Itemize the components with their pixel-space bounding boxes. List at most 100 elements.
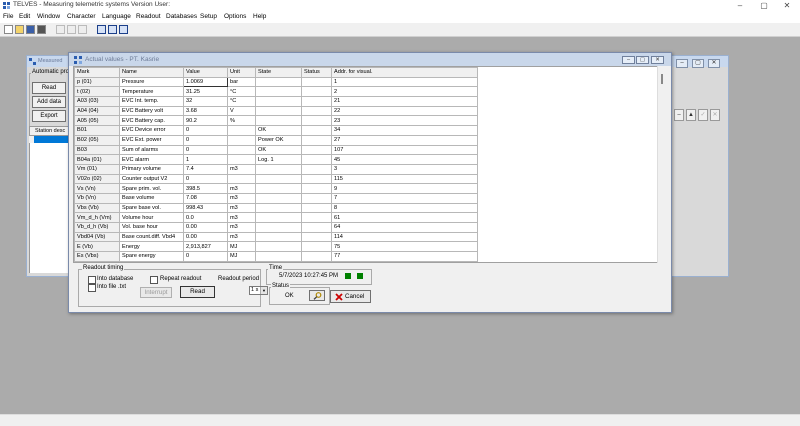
cell-mark[interactable]: E (Vb) [74, 241, 120, 253]
menu-databases[interactable]: Databases [166, 13, 197, 20]
cell-addr[interactable]: 64 [331, 222, 478, 233]
cell-mark[interactable]: A04 (04) [74, 105, 120, 117]
cell-name[interactable]: Vol. base hour [119, 222, 184, 233]
read-button[interactable]: Read [180, 286, 215, 298]
cell-state[interactable] [255, 183, 302, 194]
new-icon[interactable] [4, 25, 13, 34]
cell-mark[interactable]: Vb (Vn) [74, 192, 120, 204]
cell-mark[interactable]: V02o (02) [74, 173, 120, 185]
nav-minus-button[interactable]: – [674, 109, 684, 121]
cell-value[interactable]: 90.2 [183, 115, 228, 127]
cell-name[interactable]: Base count.diff. Vbd4 [119, 231, 184, 243]
cell-name[interactable]: Spare base vol. [119, 202, 184, 214]
cell-name[interactable]: Spare energy [119, 251, 184, 262]
menu-language[interactable]: Language [102, 13, 131, 20]
cell-status[interactable] [301, 76, 332, 88]
cell-status[interactable] [301, 222, 332, 233]
cell-unit[interactable] [227, 125, 256, 136]
cell-addr[interactable]: 7 [331, 192, 478, 204]
readout-period-select[interactable]: 1 s ▼ [249, 286, 268, 295]
table-row[interactable]: B01 EVC Device error 0 OK 34 [74, 125, 478, 136]
repeat-readout-checkbox[interactable] [150, 276, 158, 284]
cell-value[interactable]: 0 [183, 173, 228, 185]
cell-value[interactable]: 0 [183, 125, 228, 136]
cell-unit[interactable]: MJ [227, 251, 256, 262]
values-grid[interactable]: Mark Name Value Unit State Status Addr. … [73, 66, 658, 263]
cell-state[interactable]: Log. 1 [255, 154, 302, 165]
table-row[interactable]: A05 (05) EVC Battery cap. 90.2% 23 [74, 115, 478, 127]
table-row[interactable]: B04a (01) EVC alarm 1 Log. 1 45 [74, 154, 478, 165]
table-row[interactable]: Vm_d_h (Vm) Volume hour 0.0 m3 61 [74, 212, 478, 223]
cell-state[interactable] [255, 105, 302, 117]
cell-unit[interactable]: bar [227, 76, 256, 88]
cell-unit[interactable]: m3 [227, 183, 256, 194]
station-row-selected[interactable] [29, 136, 69, 143]
cell-state[interactable] [255, 76, 302, 88]
nav-cancel-button[interactable]: ✕ [710, 109, 720, 121]
cell-addr[interactable]: 107 [331, 144, 478, 156]
cell-unit[interactable] [227, 173, 256, 185]
open-icon[interactable] [15, 25, 24, 34]
cell-mark[interactable]: B04a (01) [74, 154, 120, 165]
table-row[interactable]: Vb (Vn) Base volume 7.08 m3 7 [74, 192, 478, 204]
cell-name[interactable]: EVC Battery cap. [119, 115, 184, 127]
table-row[interactable]: Vb_d_h (Vb) Vol. base hour 0.00 m3 64 [74, 222, 478, 233]
cell-status[interactable] [301, 251, 332, 262]
find-button[interactable] [309, 290, 325, 301]
menu-options[interactable]: Options [224, 13, 246, 20]
cell-addr[interactable]: 3 [331, 163, 478, 175]
menu-edit[interactable]: Edit [19, 13, 30, 20]
menu-readout[interactable]: Readout [136, 13, 161, 20]
cell-state[interactable] [255, 192, 302, 204]
cell-mark[interactable]: B03 [74, 144, 120, 156]
cell-status[interactable] [301, 134, 332, 146]
cell-addr[interactable]: 27 [331, 134, 478, 146]
table-row[interactable]: Vm (01) Primary volume 7.4 m3 3 [74, 163, 478, 175]
cell-status[interactable] [301, 173, 332, 185]
chevron-down-icon[interactable]: ▼ [260, 287, 267, 294]
cell-status[interactable] [301, 192, 332, 204]
menu-window[interactable]: Window [37, 13, 60, 20]
cell-mark[interactable]: Vb_d_h (Vb) [74, 222, 120, 233]
cell-mark[interactable]: Vs (Vn) [74, 183, 120, 194]
nav-check-button[interactable]: ✓ [698, 109, 708, 121]
cell-addr[interactable]: 61 [331, 212, 478, 223]
minimize-button[interactable]: – [622, 56, 635, 64]
table-row[interactable]: t (02) Temperature 31.25 °C 2 [74, 86, 478, 98]
cell-state[interactable] [255, 231, 302, 243]
menu-file[interactable]: File [3, 13, 13, 20]
cell-state[interactable] [255, 212, 302, 223]
restore-button[interactable]: ▢ [636, 56, 649, 64]
cell-name[interactable]: EVC Device error [119, 125, 184, 136]
cell-value[interactable]: 2,913,827 [183, 241, 228, 253]
col-addr-header[interactable]: Addr. for visual. [331, 67, 478, 78]
cell-addr[interactable]: 115 [331, 173, 478, 185]
cell-name[interactable]: Spare prim. vol. [119, 183, 184, 194]
minimize-button[interactable]: – [733, 1, 747, 11]
cell-name[interactable]: EVC Int. temp. [119, 96, 184, 107]
cell-unit[interactable] [227, 154, 256, 165]
cell-status[interactable] [301, 163, 332, 175]
bg-read-button[interactable]: Read [32, 82, 66, 94]
cell-unit[interactable] [227, 134, 256, 146]
cell-mark[interactable]: Vbd04 (Vb) [74, 231, 120, 243]
cell-mark[interactable]: p (01) [74, 76, 120, 88]
cell-value[interactable]: 7.08 [183, 192, 228, 204]
station-desc-header[interactable]: Station desc [29, 126, 69, 136]
cell-value[interactable]: 1 [183, 154, 228, 165]
cell-mark[interactable]: A03 (03) [74, 96, 120, 107]
cell-status[interactable] [301, 183, 332, 194]
cell-state[interactable] [255, 163, 302, 175]
cell-value[interactable]: 0.00 [183, 222, 228, 233]
cell-value[interactable]: 32 [183, 96, 228, 107]
cell-name[interactable]: EVC Ext. power [119, 134, 184, 146]
cell-mark[interactable]: B01 [74, 125, 120, 136]
cell-mark[interactable]: Es (Vbs) [74, 251, 120, 262]
cell-status[interactable] [301, 96, 332, 107]
scroll-thumb[interactable] [661, 74, 663, 84]
cell-mark[interactable]: A05 (05) [74, 115, 120, 127]
cell-name[interactable]: Sum of alarms [119, 144, 184, 156]
cell-unit[interactable]: MJ [227, 241, 256, 253]
tile-icon[interactable] [97, 25, 106, 34]
cell-value[interactable]: 0.0 [183, 212, 228, 223]
